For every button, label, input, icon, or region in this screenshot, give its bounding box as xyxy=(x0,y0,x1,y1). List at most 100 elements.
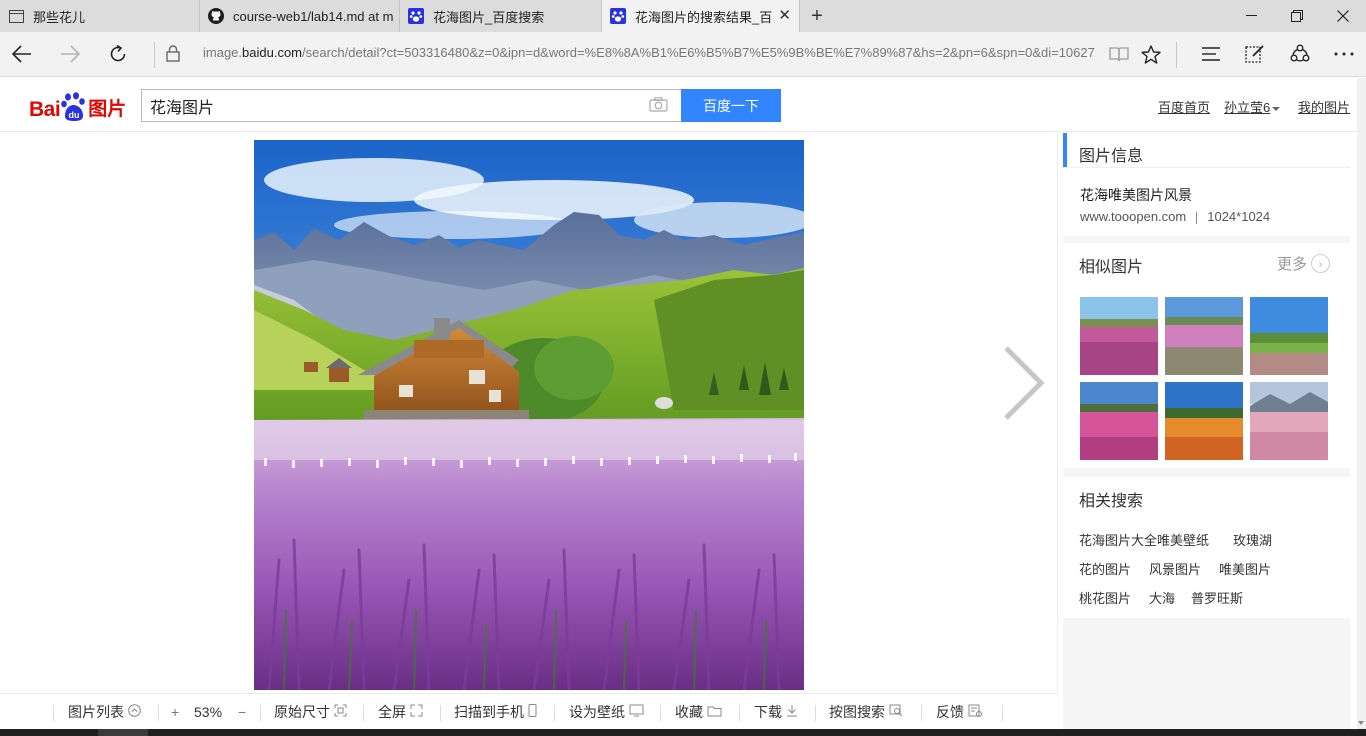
search-input[interactable] xyxy=(150,90,640,121)
divider xyxy=(921,705,922,721)
scroll-down-arrow-icon[interactable] xyxy=(1358,721,1364,725)
related-search-link[interactable]: 花海图片大全唯美壁纸 xyxy=(1079,530,1209,549)
search-button[interactable]: 百度一下 xyxy=(681,89,781,122)
baidu-home-link[interactable]: 百度首页 xyxy=(1158,97,1210,116)
close-window-button[interactable] xyxy=(1320,0,1366,32)
main-image[interactable] xyxy=(254,140,804,690)
reading-view-icon[interactable] xyxy=(1103,38,1135,70)
fullscreen-button[interactable]: 全屏 xyxy=(378,694,423,730)
divider xyxy=(554,705,555,721)
similar-image-thumb[interactable] xyxy=(1080,297,1158,375)
refresh-button[interactable] xyxy=(102,38,134,70)
fullscreen-icon xyxy=(410,704,423,720)
search-by-image-button[interactable]: 按图搜索 xyxy=(829,694,903,730)
related-searches-title: 相关搜索 xyxy=(1079,493,1144,510)
similar-images-panel: 相似图片 更多 › xyxy=(1063,243,1350,468)
image-search-icon xyxy=(889,704,903,720)
minimize-button[interactable] xyxy=(1228,0,1274,32)
browser-tab-strip: 那些花儿 course-web1/lab14.md at m 花海图片_百度搜索… xyxy=(0,0,1366,32)
address-bar[interactable]: image.baidu.com/search/detail?ct=5033164… xyxy=(203,45,1095,60)
lock-icon[interactable] xyxy=(166,45,180,67)
similar-image-thumb[interactable] xyxy=(1080,382,1158,460)
browser-tab-active[interactable]: 花海图片的搜索结果_百 ✕ xyxy=(602,0,800,32)
image-list-button[interactable]: 图片列表 xyxy=(68,694,141,730)
share-icon[interactable] xyxy=(1284,38,1316,70)
related-search-link[interactable]: 玫瑰湖 xyxy=(1233,530,1272,549)
related-search-link[interactable]: 唯美图片 xyxy=(1219,559,1271,578)
camera-icon[interactable] xyxy=(649,97,668,117)
image-source-link[interactable]: www.tooopen.com xyxy=(1080,209,1186,224)
scan-to-phone-button[interactable]: 扫描到手机 xyxy=(454,694,537,730)
url-host: baidu.com xyxy=(242,45,303,60)
favorite-button[interactable]: 收藏 xyxy=(675,694,722,730)
image-viewer xyxy=(0,133,1058,693)
similar-image-thumb[interactable] xyxy=(1250,297,1328,375)
taskbar-item[interactable] xyxy=(98,729,148,736)
zoom-in-button[interactable]: + xyxy=(171,694,179,730)
close-tab-icon[interactable]: ✕ xyxy=(778,8,791,24)
forward-button[interactable] xyxy=(54,38,86,70)
url-path: /search/detail?ct=503316480&z=0&ipn=d&wo… xyxy=(302,45,1095,60)
related-search-link[interactable]: 风景图片 xyxy=(1149,559,1201,578)
back-button[interactable] xyxy=(6,38,38,70)
zoom-out-button[interactable]: − xyxy=(238,694,246,730)
browser-tab-2[interactable]: course-web1/lab14.md at m xyxy=(200,0,400,32)
browser-navigation-bar: image.baidu.com/search/detail?ct=5033164… xyxy=(0,32,1366,77)
more-similar-link[interactable]: 更多 › xyxy=(1277,253,1330,274)
related-search-link[interactable]: 大海 xyxy=(1149,588,1175,607)
search-box xyxy=(141,89,682,122)
original-size-label: 原始尺寸 xyxy=(274,704,330,720)
logo-du: du xyxy=(69,110,80,120)
baidu-paw-icon xyxy=(610,8,626,24)
scan-to-phone-label: 扫描到手机 xyxy=(454,704,524,720)
divider xyxy=(815,705,816,721)
more-label: 更多 xyxy=(1276,256,1307,273)
web-note-icon[interactable] xyxy=(1239,38,1271,70)
feedback-button[interactable]: 反馈 xyxy=(936,694,983,730)
similar-image-thumb[interactable] xyxy=(1250,382,1328,460)
phone-icon xyxy=(528,704,537,720)
page-icon xyxy=(8,8,24,24)
similar-images-title: 相似图片 xyxy=(1079,259,1144,276)
image-meta: www.tooopen.com 1024*1024 xyxy=(1080,209,1270,224)
browser-tab-1[interactable]: 那些花儿 xyxy=(0,0,200,32)
divider xyxy=(660,705,661,721)
user-menu-link[interactable]: 孙立莹6 xyxy=(1224,97,1281,116)
monitor-icon xyxy=(629,704,644,720)
favorite-star-icon[interactable] xyxy=(1135,38,1167,70)
hub-menu-icon[interactable] xyxy=(1195,38,1227,70)
restore-button[interactable] xyxy=(1274,0,1320,32)
favorite-label: 收藏 xyxy=(675,704,703,720)
related-search-link[interactable]: 桃花图片 xyxy=(1079,588,1131,607)
related-search-link[interactable]: 普罗旺斯 xyxy=(1191,588,1243,607)
set-wallpaper-label: 设为壁纸 xyxy=(569,704,625,720)
similar-image-thumb[interactable] xyxy=(1165,382,1243,460)
baidu-paw-icon xyxy=(408,8,424,24)
download-icon xyxy=(786,704,798,720)
right-sidebar: 图片信息 花海唯美图片风景 www.tooopen.com 1024*1024 相… xyxy=(1063,133,1350,729)
image-list-label: 图片列表 xyxy=(68,704,124,720)
browser-tab-3[interactable]: 花海图片_百度搜索 xyxy=(400,0,602,32)
tab-title: 花海图片_百度搜索 xyxy=(433,9,545,25)
set-wallpaper-button[interactable]: 设为壁纸 xyxy=(569,694,644,730)
section-accent xyxy=(1063,133,1067,167)
tab-title: course-web1/lab14.md at m xyxy=(233,8,394,24)
logo-tupian: 图片 xyxy=(88,99,127,120)
chevron-up-circle-icon xyxy=(128,704,141,720)
folder-icon xyxy=(707,705,722,720)
more-options-icon[interactable] xyxy=(1328,38,1360,70)
download-button[interactable]: 下载 xyxy=(754,694,798,730)
feedback-icon xyxy=(968,704,983,721)
image-dimensions: 1024*1024 xyxy=(1207,209,1271,224)
original-size-button[interactable]: 原始尺寸 xyxy=(274,694,347,730)
my-images-link[interactable]: 我的图片 xyxy=(1298,97,1350,116)
download-label: 下载 xyxy=(754,704,782,720)
page-scrollbar[interactable] xyxy=(1357,78,1366,729)
logo-text: Bai xyxy=(29,98,61,121)
next-image-arrow-icon[interactable] xyxy=(1000,345,1046,426)
fullscreen-label: 全屏 xyxy=(378,704,406,720)
new-tab-button[interactable]: + xyxy=(806,5,828,27)
baidu-image-logo[interactable]: Bai du 图片 xyxy=(29,86,126,122)
related-search-link[interactable]: 花的图片 xyxy=(1079,559,1131,578)
similar-image-thumb[interactable] xyxy=(1165,297,1243,375)
